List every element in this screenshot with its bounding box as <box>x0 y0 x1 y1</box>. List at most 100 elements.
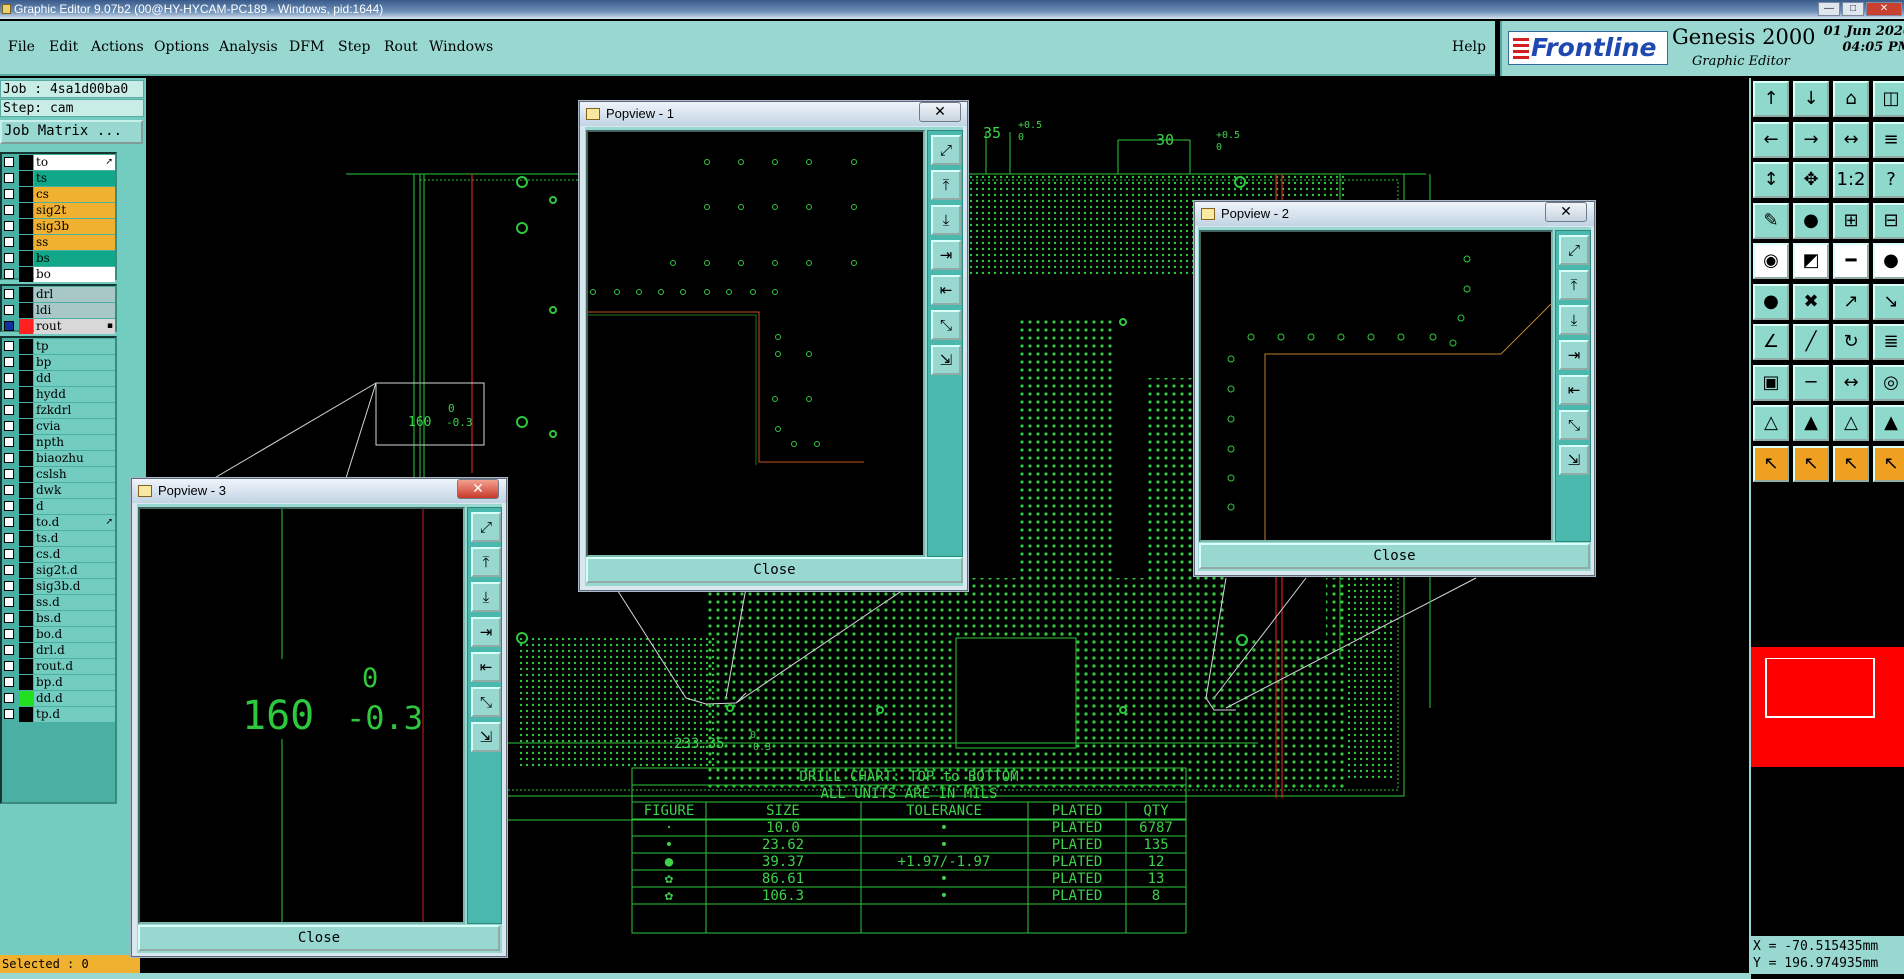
window-close-button[interactable]: ✕ <box>1866 2 1902 16</box>
popview-tool-button[interactable]: ⇥ <box>471 617 501 647</box>
layer-checkbox[interactable] <box>4 357 14 367</box>
menu-dfm[interactable]: DFM <box>289 39 324 55</box>
layer-checkbox[interactable] <box>4 421 14 431</box>
layer-row[interactable]: ss <box>2 235 115 250</box>
tool-button[interactable]: △ <box>1753 405 1789 441</box>
popview-tool-button[interactable]: ⇲ <box>1559 445 1589 475</box>
layer-color-swatch[interactable] <box>19 675 33 690</box>
tool-button[interactable]: ⊞ <box>1833 202 1869 239</box>
layer-row[interactable]: ts.d <box>2 531 115 546</box>
layer-row[interactable]: fzkdrl <box>2 403 115 418</box>
layer-checkbox[interactable] <box>4 221 14 231</box>
tool-button[interactable]: ≣ <box>1873 324 1904 360</box>
layer-color-swatch[interactable] <box>19 531 33 546</box>
layer-color-swatch[interactable] <box>19 419 33 434</box>
layer-checkbox[interactable] <box>4 581 14 591</box>
layer-color-swatch[interactable] <box>19 251 33 266</box>
popview-tool-button[interactable]: ⤒ <box>931 170 961 200</box>
layer-row[interactable]: bs.d <box>2 611 115 626</box>
tool-button[interactable]: ↻ <box>1833 324 1869 360</box>
layer-checkbox[interactable] <box>4 517 14 527</box>
tool-button[interactable]: ● <box>1793 202 1829 239</box>
layer-color-swatch[interactable] <box>19 319 33 334</box>
menu-rout[interactable]: Rout <box>384 39 418 55</box>
tool-button[interactable]: ✎ <box>1753 202 1789 239</box>
layer-checkbox[interactable] <box>4 237 14 247</box>
layer-checkbox[interactable] <box>4 373 14 383</box>
menu-file[interactable]: File <box>8 39 35 55</box>
layer-name[interactable]: cs.d <box>34 547 115 562</box>
layer-name[interactable]: cslsh <box>34 467 115 482</box>
layer-name[interactable]: dd <box>34 371 115 386</box>
layer-name[interactable]: ts <box>34 171 115 186</box>
layer-color-swatch[interactable] <box>19 643 33 658</box>
layer-checkbox[interactable] <box>4 341 14 351</box>
layer-row[interactable]: ss.d <box>2 595 115 610</box>
popview-2-close-button[interactable]: Close <box>1199 543 1590 569</box>
popview-tool-button[interactable]: ⤡ <box>471 687 501 717</box>
layer-name[interactable]: npth <box>34 435 115 450</box>
layer-color-swatch[interactable] <box>19 287 33 302</box>
tool-button[interactable]: ↔ <box>1833 121 1869 158</box>
layer-row[interactable]: sig3b.d <box>2 579 115 594</box>
layer-checkbox[interactable] <box>4 305 14 315</box>
tool-button[interactable]: ─ <box>1793 364 1829 401</box>
layer-row[interactable]: cs.d <box>2 547 115 562</box>
layer-checkbox[interactable] <box>4 289 14 299</box>
tool-button[interactable]: △ <box>1833 405 1869 441</box>
popview-tool-button[interactable]: ⇥ <box>1559 340 1589 370</box>
layer-name[interactable]: rout ▪ <box>34 319 115 334</box>
layer-name[interactable]: sig2t.d <box>34 563 115 578</box>
menu-step[interactable]: Step <box>338 39 370 55</box>
layer-color-swatch[interactable] <box>19 171 33 186</box>
layer-color-swatch[interactable] <box>19 547 33 562</box>
layer-row[interactable]: cs <box>2 187 115 202</box>
layer-name[interactable]: d <box>34 499 115 514</box>
layer-name[interactable]: to ➚ <box>34 155 115 170</box>
layer-name[interactable]: bo <box>34 267 115 282</box>
layer-row[interactable]: to ➚ <box>2 155 115 170</box>
layer-row[interactable]: npth <box>2 435 115 450</box>
layer-color-swatch[interactable] <box>19 451 33 466</box>
popview-tool-button[interactable]: ⤡ <box>1559 410 1589 440</box>
layer-checkbox[interactable] <box>4 597 14 607</box>
layer-checkbox[interactable] <box>4 693 14 703</box>
layer-row[interactable]: bp <box>2 355 115 370</box>
layer-color-swatch[interactable] <box>19 155 33 170</box>
layer-color-swatch[interactable] <box>19 267 33 282</box>
layer-name[interactable]: biaozhu <box>34 451 115 466</box>
layer-name[interactable]: ldi <box>34 303 115 318</box>
layer-checkbox[interactable] <box>4 709 14 719</box>
popview-3-x-button[interactable]: ✕ <box>457 479 499 499</box>
layer-color-swatch[interactable] <box>19 659 33 674</box>
layer-color-swatch[interactable] <box>19 611 33 626</box>
layer-row[interactable]: bo <box>2 267 115 282</box>
layer-name[interactable]: rout.d <box>34 659 115 674</box>
popview-tool-button[interactable]: ⤒ <box>471 547 501 577</box>
popview-tool-button[interactable]: ⇤ <box>1559 375 1589 405</box>
tool-button[interactable]: → <box>1793 121 1829 158</box>
layer-row[interactable]: tp <box>2 339 115 354</box>
layer-name[interactable]: fzkdrl <box>34 403 115 418</box>
popview-3-close-button[interactable]: Close <box>138 925 500 951</box>
layer-row[interactable]: cslsh <box>2 467 115 482</box>
menu-actions[interactable]: Actions <box>91 39 144 55</box>
popview-tool-button[interactable]: ⤢ <box>1559 235 1589 265</box>
layer-color-swatch[interactable] <box>19 303 33 318</box>
layer-color-swatch[interactable] <box>19 355 33 370</box>
tool-button[interactable]: ↖ <box>1793 445 1829 482</box>
menu-edit[interactable]: Edit <box>49 39 78 55</box>
popview-tool-button[interactable]: ⤢ <box>471 512 501 542</box>
layer-row[interactable]: sig2t <box>2 203 115 218</box>
layer-checkbox[interactable] <box>4 613 14 623</box>
layer-color-swatch[interactable] <box>19 563 33 578</box>
popview-3-titlebar[interactable]: Popview - 3 <box>132 479 506 503</box>
tool-button[interactable]: ⌂ <box>1833 81 1869 117</box>
layer-checkbox[interactable] <box>4 437 14 447</box>
layer-row[interactable]: to.d ➚ <box>2 515 115 530</box>
tool-button[interactable]: ╱ <box>1793 324 1829 360</box>
layer-color-swatch[interactable] <box>19 707 33 722</box>
popview-tool-button[interactable]: ⤓ <box>1559 305 1589 335</box>
popview-3-view[interactable]: 0 160 -0.3 <box>138 507 465 924</box>
layer-row[interactable]: dwk <box>2 483 115 498</box>
